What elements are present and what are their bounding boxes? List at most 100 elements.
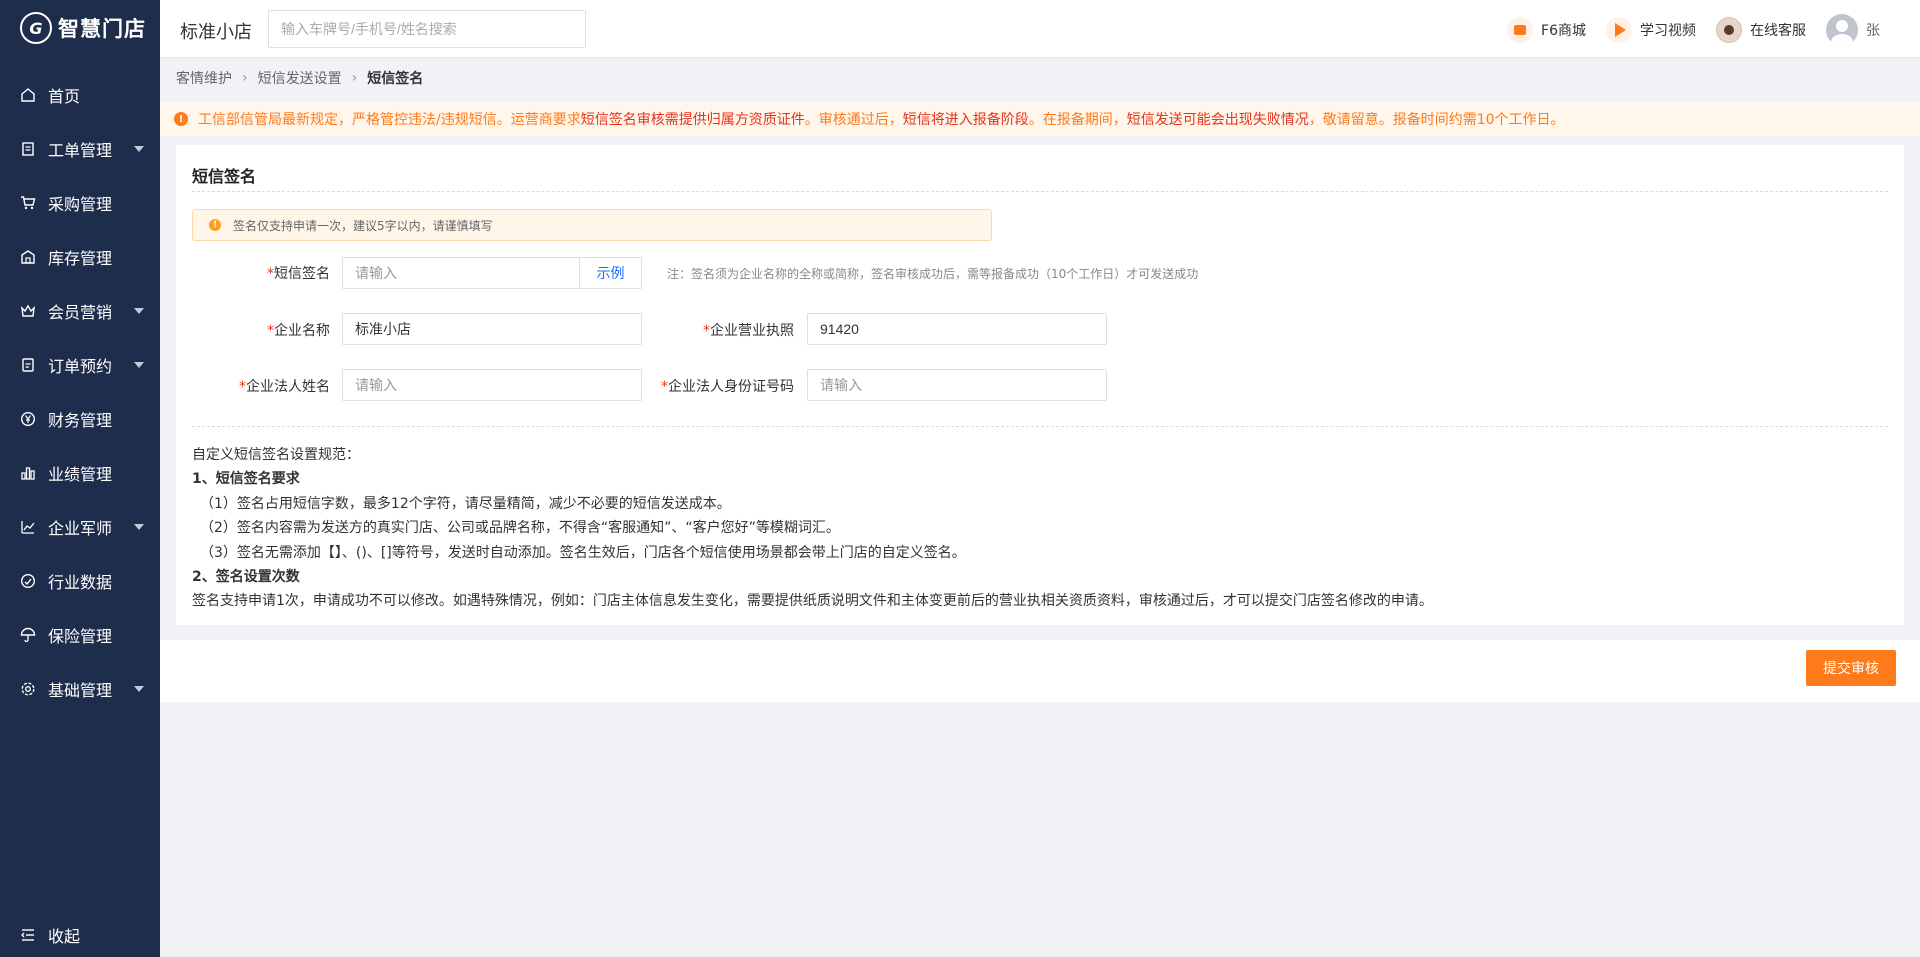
divider [192,426,1888,427]
rules-item: （1）签名占用短信字数，最多12个字符，请尽量精简，减少不必要的短信发送成本。 [200,495,731,512]
sidebar-item-label: 业绩管理 [48,465,113,484]
warning-icon: ! [174,112,188,126]
business-license-input[interactable] [807,313,1107,345]
sidebar-item-purchase[interactable]: 采购管理 [0,176,160,230]
document-icon [20,141,36,157]
warehouse-icon [20,249,36,265]
notice-segment: 。在报备期间， [1028,112,1127,128]
topbar: 标准小店 F6商城 学习视频 在线客服 张 [160,0,1920,58]
chevron-down-icon [134,146,144,152]
chevron-down-icon [134,362,144,368]
rules-heading: 2、签名设置次数 [192,569,300,586]
rules-item: （2）签名内容需为发送方的真实门店、公司或品牌名称，不得含“客服通知”、“客户您… [200,520,840,537]
sidebar-item-enterprise-advisor[interactable]: 企业军师 [0,500,160,554]
play-icon [1606,17,1632,43]
breadcrumb-item[interactable]: 短信发送设置 [258,68,342,88]
sidebar-nav: 首页 工单管理 采购管理 库存管理 会员营销 订单预约 财务管理 业绩管理 企业… [0,68,160,716]
notice-emphasis: 短信签名审核需提供归属方资质证件 [580,112,805,128]
sidebar-item-finance[interactable]: 财务管理 [0,392,160,446]
online-service-link[interactable]: 在线客服 [1716,17,1806,43]
sidebar-item-label: 保险管理 [48,627,113,646]
tip-text: 签名仅支持申请一次，建议5字以内，请谨慎填写 [233,218,493,233]
sidebar-item-work-order[interactable]: 工单管理 [0,122,160,176]
chevron-down-icon [134,524,144,530]
cart-icon [20,195,36,211]
breadcrumb-item[interactable]: 客情维护 [176,68,232,88]
sidebar-item-label: 首页 [48,87,81,106]
breadcrumb-current: 短信签名 [367,71,424,87]
collapse-icon [20,927,36,943]
sidebar-item-member-marketing[interactable]: 会员营销 [0,284,160,338]
chevron-right-icon: › [242,70,248,86]
company-name-input[interactable] [342,313,642,345]
learning-video-label: 学习视频 [1640,23,1696,39]
notice-segment: 工信部信管局最新规定，严格管控违法/违规短信。运营商要求 [198,112,581,128]
gauge-icon [20,573,36,589]
service-agent-avatar [1716,17,1742,43]
divider [192,191,1888,192]
brand-logo[interactable]: G 智慧门店 [0,0,160,56]
gear-icon [20,681,36,697]
legal-person-id-input[interactable] [807,369,1107,401]
footer-action-bar: 提交审核 [160,640,1920,702]
umbrella-icon [20,627,36,643]
sidebar-item-inventory[interactable]: 库存管理 [0,230,160,284]
legal-person-name-label: *企业法人姓名 [239,379,330,395]
notice-text: 工信部信管局最新规定，严格管控违法/违规短信。运营商要求短信签名审核需提供归属方… [198,109,1565,129]
sidebar-item-basic-settings[interactable]: 基础管理 [0,662,160,716]
chevron-down-icon [134,686,144,692]
sidebar-item-label: 订单预约 [48,357,113,376]
notice-segment: ，敬请留意。报备时间约需10个工作日。 [1308,112,1565,128]
top-actions: F6商城 学习视频 在线客服 张 [1507,14,1880,46]
sidebar-item-label: 企业军师 [48,519,113,538]
user-name: 张 [1866,23,1880,39]
signature-input[interactable] [342,257,580,289]
signature-label: *短信签名 [267,266,330,282]
breadcrumb: 客情维护 › 短信发送设置 › 短信签名 [176,68,423,88]
chevron-down-icon [134,308,144,314]
sidebar-item-order-booking[interactable]: 订单预约 [0,338,160,392]
signature-rules: 自定义短信签名设置规范： 1、短信签名要求 （1）签名占用短信字数，最多12个字… [192,443,1433,614]
store-name[interactable]: 标准小店 [180,18,252,44]
signature-note: 注：签名须为企业名称的全称或简称，签名审核成功后，需等报备成功（10个工作日）才… [667,267,1199,281]
sidebar-item-insurance[interactable]: 保险管理 [0,608,160,662]
sidebar-item-label: 会员营销 [48,303,113,322]
sms-signature-card: 短信签名 ! 签名仅支持申请一次，建议5字以内，请谨慎填写 *短信签名 示例 注… [176,145,1904,625]
sidebar-item-label: 行业数据 [48,573,113,592]
user-menu[interactable]: 张 [1826,14,1880,46]
collapse-label: 收起 [48,927,81,946]
brand-name: 智慧门店 [58,17,146,41]
rules-item: 签名支持申请1次，申请成功不可以修改。如遇特殊情况，例如：门店主体信息发生变化，… [192,593,1433,610]
f6-mall-link[interactable]: F6商城 [1507,17,1586,43]
line-chart-icon [20,519,36,535]
chevron-right-icon: › [351,70,358,86]
business-license-label: *企业营业执照 [703,323,794,339]
sidebar-item-performance[interactable]: 业绩管理 [0,446,160,500]
yen-icon [20,411,36,427]
legal-person-name-input[interactable] [342,369,642,401]
order-icon [20,357,36,373]
sidebar-item-label: 采购管理 [48,195,113,214]
learning-video-link[interactable]: 学习视频 [1606,17,1696,43]
search-input[interactable] [268,10,586,48]
sidebar: G 智慧门店 首页 工单管理 采购管理 库存管理 会员营销 订单预约 财务管理 … [0,0,160,957]
avatar [1826,14,1858,46]
tip-banner: ! 签名仅支持申请一次，建议5字以内，请谨慎填写 [192,209,992,241]
content-background [160,702,1920,957]
notice-emphasis: 短信将进入报备阶段 [902,112,1029,128]
sidebar-item-home[interactable]: 首页 [0,68,160,122]
bar-chart-icon [20,465,36,481]
rules-intro: 自定义短信签名设置规范： [192,447,360,463]
crown-icon [20,303,36,319]
sidebar-item-industry-data[interactable]: 行业数据 [0,554,160,608]
warning-icon: ! [209,219,221,231]
collapse-sidebar-button[interactable]: 收起 [0,913,160,957]
sidebar-item-label: 财务管理 [48,411,113,430]
example-button[interactable]: 示例 [580,257,642,289]
f6-mall-label: F6商城 [1541,23,1586,39]
logo-mark-icon: G [20,12,52,44]
submit-review-button[interactable]: 提交审核 [1806,650,1896,686]
notice-segment: 。审核通过后， [804,112,903,128]
legal-person-id-label: *企业法人身份证号码 [661,379,794,395]
company-name-label: *企业名称 [267,323,330,339]
